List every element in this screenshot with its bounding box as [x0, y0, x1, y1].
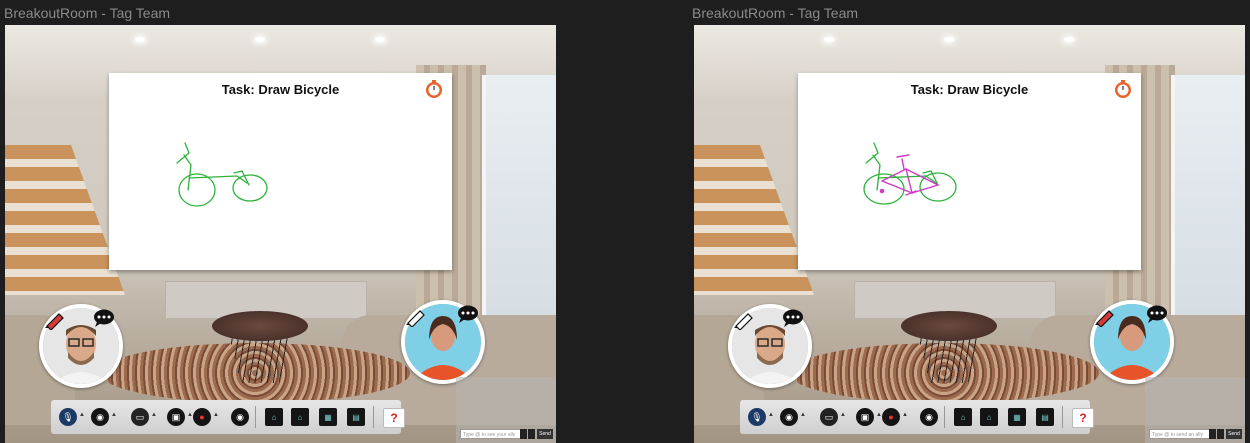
- caret-icon[interactable]: ▲: [768, 412, 774, 418]
- grid-icon[interactable]: ▦: [319, 408, 337, 426]
- eye-icon[interactable]: ◉: [231, 408, 249, 426]
- window-title: BreakoutRoom - Tag Team: [4, 5, 171, 21]
- chat-panel: Type @ to send an ally Send: [1145, 377, 1245, 443]
- bicycle-drawing: [176, 142, 268, 207]
- help-button[interactable]: ?: [383, 408, 405, 428]
- chat-input[interactable]: Type @ to send an ally: [1149, 429, 1216, 439]
- ceiling-light: [944, 37, 954, 42]
- emoji-icon[interactable]: [1209, 429, 1216, 439]
- ceiling-light: [375, 37, 385, 42]
- staircase: [694, 145, 814, 295]
- eye-icon[interactable]: ◉: [920, 408, 938, 426]
- toolbar: 🎙 ▲ ◉ ▲ ▭ ▲ ▣ ▲ ● ▲ ◉ ⌂ ⌂ ▦ ▤ ?: [740, 400, 1094, 434]
- pen-icon: [45, 313, 64, 330]
- toolbar: 🎙 ▲ ◉ ▲ ▭ ▲ ▣ ▲ ● ▲ ◉ ⌂ ⌂ ▦ ▤ ?: [51, 400, 405, 434]
- camera-icon[interactable]: ▭: [131, 408, 149, 426]
- send-button[interactable]: Send: [537, 429, 553, 439]
- chat-bubble-icon[interactable]: [93, 309, 115, 327]
- toolbar-divider: [1062, 406, 1063, 428]
- chat-bubble-icon[interactable]: [782, 309, 804, 327]
- coffee-table: [212, 311, 308, 341]
- pen-icon: [406, 310, 425, 327]
- screen-share-icon[interactable]: ▣: [167, 408, 185, 426]
- pen-icon: [1095, 310, 1114, 327]
- caret-icon[interactable]: ▲: [151, 412, 157, 418]
- caret-icon[interactable]: ▲: [902, 412, 908, 418]
- chat-panel: Type @ to see your ally Send: [456, 377, 556, 443]
- caret-icon[interactable]: ▲: [111, 412, 117, 418]
- home-icon[interactable]: ⌂: [291, 408, 309, 426]
- record-icon[interactable]: ●: [882, 408, 900, 426]
- microphone-icon[interactable]: 🎙: [748, 408, 766, 426]
- ceiling-light: [1064, 37, 1074, 42]
- map-icon[interactable]: ⌂: [265, 408, 283, 426]
- toolbar-divider: [255, 406, 256, 428]
- send-button[interactable]: Send: [1226, 429, 1242, 439]
- globe-icon[interactable]: ◉: [780, 408, 798, 426]
- home-icon[interactable]: ⌂: [980, 408, 998, 426]
- document-icon[interactable]: ▤: [1036, 408, 1054, 426]
- chat-input[interactable]: Type @ to see your ally: [460, 429, 527, 439]
- breakout-room-view: Task: Draw Bicycle 🎙 ▲ ◉ ▲ ▭ ▲ ▣ ▲ ● ▲ ◉…: [694, 25, 1245, 443]
- chat-bubble-icon[interactable]: [1146, 305, 1168, 323]
- emoji-icon[interactable]: [520, 429, 527, 439]
- globe-icon[interactable]: ◉: [91, 408, 109, 426]
- screen-share-icon[interactable]: ▣: [856, 408, 874, 426]
- camera-icon[interactable]: ▭: [820, 408, 838, 426]
- record-icon[interactable]: ●: [193, 408, 211, 426]
- pen-icon: [734, 313, 753, 330]
- bicycle-drawing: [863, 142, 957, 205]
- help-button[interactable]: ?: [1072, 408, 1094, 428]
- breakout-room-view: Task: Draw Bicycle 🎙 ▲ ◉ ▲ ▭ ▲ ▣ ▲ ● ▲ ◉…: [5, 25, 556, 443]
- attach-icon[interactable]: [1217, 429, 1224, 439]
- caret-icon[interactable]: ▲: [840, 412, 846, 418]
- toolbar-divider: [373, 406, 374, 428]
- map-icon[interactable]: ⌂: [954, 408, 972, 426]
- ceiling-light: [135, 37, 145, 42]
- whiteboard[interactable]: Task: Draw Bicycle: [109, 73, 452, 270]
- ceiling-light: [255, 37, 265, 42]
- toolbar-divider: [944, 406, 945, 428]
- grid-icon[interactable]: ▦: [1008, 408, 1026, 426]
- microphone-icon[interactable]: 🎙: [59, 408, 77, 426]
- caret-icon[interactable]: ▲: [213, 412, 219, 418]
- ceiling-light: [824, 37, 834, 42]
- document-icon[interactable]: ▤: [347, 408, 365, 426]
- window-title: BreakoutRoom - Tag Team: [692, 5, 859, 21]
- caret-icon[interactable]: ▲: [800, 412, 806, 418]
- coffee-table: [901, 311, 997, 341]
- chat-bubble-icon[interactable]: [457, 305, 479, 323]
- attach-icon[interactable]: [528, 429, 535, 439]
- whiteboard[interactable]: Task: Draw Bicycle: [798, 73, 1141, 270]
- staircase: [5, 145, 125, 295]
- caret-icon[interactable]: ▲: [79, 412, 85, 418]
